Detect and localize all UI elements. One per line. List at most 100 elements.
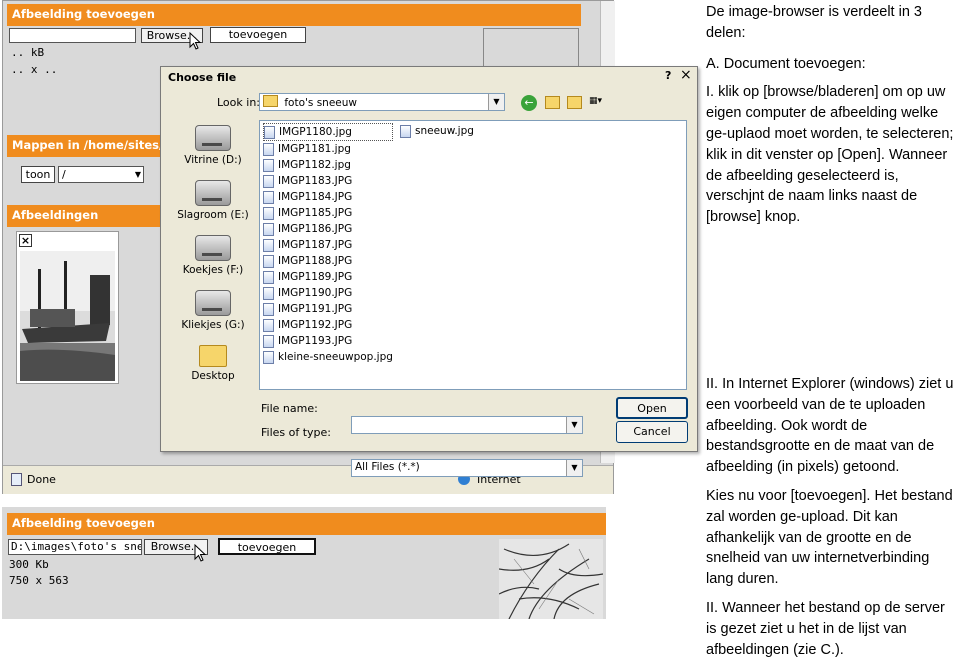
look-in-value: foto's sneeuw bbox=[284, 97, 357, 109]
file-path-input[interactable] bbox=[9, 28, 136, 43]
file-item[interactable]: IMGP1180.jpg bbox=[263, 123, 393, 141]
dimensions-text: 750 x 563 bbox=[9, 574, 69, 587]
image-file-icon bbox=[263, 286, 274, 300]
place-desktop[interactable]: Desktop bbox=[173, 345, 253, 400]
file-item[interactable]: IMGP1185.JPG bbox=[263, 205, 393, 221]
instructions-part-a: De image-browser is verdeelt in 3 delen:… bbox=[706, 2, 958, 228]
file-name: IMGP1191.JPG bbox=[278, 303, 353, 315]
dimensions-text: .. x .. bbox=[11, 63, 58, 76]
file-name-input[interactable]: ▼ bbox=[351, 416, 583, 434]
file-item[interactable]: IMGP1192.JPG bbox=[263, 317, 393, 333]
intro-paragraph: De image-browser is verdeelt in 3 delen: bbox=[706, 4, 922, 41]
toevoegen-button[interactable]: toevoegen bbox=[210, 27, 306, 43]
file-item[interactable]: kleine-sneeuwpop.jpg bbox=[263, 349, 393, 365]
folder-icon bbox=[263, 95, 278, 107]
step-one-paragraph: I. klik op [browse/bladeren] om op uw ei… bbox=[706, 84, 954, 226]
file-size-text: 300 Kb bbox=[9, 558, 49, 571]
file-item[interactable]: IMGP1190.JPG bbox=[263, 285, 393, 301]
places-bar: Vitrine (D:) Slagroom (E:) Koekjes (F:) … bbox=[173, 125, 253, 400]
bottom-screenshot: Afbeelding toevoegen D:\images\foto's sn… bbox=[2, 507, 606, 619]
page-icon bbox=[11, 473, 22, 486]
file-item[interactable]: IMGP1188.JPG bbox=[263, 253, 393, 269]
file-item[interactable]: sneeuw.jpg bbox=[400, 123, 474, 139]
file-name: kleine-sneeuwpop.jpg bbox=[278, 351, 393, 363]
choose-file-dialog: Choose file ? × Look in: foto's sneeuw ▼… bbox=[160, 66, 698, 477]
drive-icon bbox=[195, 235, 231, 261]
place-vitrine[interactable]: Vitrine (D:) bbox=[173, 125, 253, 180]
look-in-label: Look in: bbox=[217, 96, 260, 109]
status-text: Done bbox=[27, 473, 56, 486]
help-button[interactable]: ? bbox=[665, 69, 671, 82]
drive-icon bbox=[195, 125, 231, 151]
file-name-label: File name: bbox=[261, 402, 318, 415]
file-name: IMGP1188.JPG bbox=[278, 255, 353, 267]
image-file-icon bbox=[263, 174, 274, 188]
chevron-down-icon[interactable]: ▼ bbox=[566, 417, 582, 433]
file-name: IMGP1187.JPG bbox=[278, 239, 353, 251]
back-icon[interactable]: ← bbox=[521, 95, 537, 111]
up-folder-icon[interactable] bbox=[545, 96, 560, 109]
folder-select[interactable]: / ▼ bbox=[58, 166, 144, 183]
file-item[interactable]: IMGP1186.JPG bbox=[263, 221, 393, 237]
add-image-header: Afbeelding toevoegen bbox=[7, 513, 606, 535]
file-list[interactable]: IMGP1180.jpg IMGP1181.jpg IMGP1182.jpg I… bbox=[259, 120, 687, 390]
file-item[interactable]: IMGP1184.JPG bbox=[263, 189, 393, 205]
section-a-heading: A. Document toevoegen: bbox=[706, 55, 866, 72]
file-column-2: sneeuw.jpg bbox=[400, 123, 474, 139]
image-file-icon bbox=[264, 125, 275, 139]
folder-select-value: / bbox=[62, 168, 66, 181]
toon-button[interactable]: toon bbox=[21, 166, 55, 183]
delete-icon[interactable]: × bbox=[19, 234, 32, 247]
mouse-cursor-icon bbox=[189, 32, 202, 50]
look-in-select[interactable]: foto's sneeuw ▼ bbox=[259, 93, 505, 111]
file-item[interactable]: IMGP1183.JPG bbox=[263, 173, 393, 189]
file-item[interactable]: IMGP1193.JPG bbox=[263, 333, 393, 349]
file-name: sneeuw.jpg bbox=[415, 125, 474, 137]
image-file-icon bbox=[400, 124, 411, 138]
file-type-select[interactable]: All Files (*.*) ▼ bbox=[351, 459, 583, 477]
file-name: IMGP1189.JPG bbox=[278, 271, 353, 283]
file-path-input[interactable]: D:\images\foto's sneeu bbox=[8, 539, 142, 555]
open-button[interactable]: Open bbox=[616, 397, 688, 419]
chevron-down-icon[interactable]: ▼ bbox=[488, 94, 504, 110]
chevron-down-icon[interactable]: ▼ bbox=[566, 460, 582, 476]
drive-icon bbox=[195, 290, 231, 316]
file-item[interactable]: IMGP1181.jpg bbox=[263, 141, 393, 157]
image-file-icon bbox=[263, 302, 274, 316]
new-folder-icon[interactable] bbox=[567, 96, 582, 109]
file-name: IMGP1180.jpg bbox=[279, 126, 352, 138]
file-name: IMGP1186.JPG bbox=[278, 223, 353, 235]
file-name: IMGP1181.jpg bbox=[278, 143, 351, 155]
instructions-part-b: II. In Internet Explorer (windows) ziet … bbox=[706, 374, 958, 660]
cancel-button[interactable]: Cancel bbox=[616, 421, 688, 443]
file-name: IMGP1192.JPG bbox=[278, 319, 353, 331]
toevoegen-button[interactable]: toevoegen bbox=[218, 538, 316, 555]
image-file-icon bbox=[263, 334, 274, 348]
place-koekjes[interactable]: Koekjes (F:) bbox=[173, 235, 253, 290]
image-card[interactable]: × bbox=[16, 231, 119, 384]
place-label: Kliekjes (G:) bbox=[181, 319, 245, 331]
image-file-icon bbox=[263, 238, 274, 252]
view-menu-icon[interactable]: ▦▾ bbox=[589, 96, 611, 109]
step-three-paragraph: II. Wanneer het bestand op de server is … bbox=[706, 599, 945, 658]
upload-paragraph: Kies nu voor [toevoegen]. Het bestand za… bbox=[706, 487, 953, 588]
file-item[interactable]: IMGP1189.JPG bbox=[263, 269, 393, 285]
file-item[interactable]: IMGP1191.JPG bbox=[263, 301, 393, 317]
snow-tree-preview-image bbox=[499, 539, 603, 619]
dialog-title: Choose file bbox=[168, 71, 237, 84]
image-file-icon bbox=[263, 350, 274, 364]
file-name: IMGP1193.JPG bbox=[278, 335, 353, 347]
file-size-text: .. kB bbox=[11, 46, 45, 59]
folder-icon bbox=[199, 345, 227, 367]
file-item[interactable]: IMGP1187.JPG bbox=[263, 237, 393, 253]
image-file-icon bbox=[263, 142, 274, 156]
file-name: IMGP1190.JPG bbox=[278, 287, 353, 299]
file-column-1: IMGP1180.jpg IMGP1181.jpg IMGP1182.jpg I… bbox=[263, 123, 393, 365]
place-kliekjes[interactable]: Kliekjes (G:) bbox=[173, 290, 253, 345]
chevron-down-icon[interactable]: ▼ bbox=[135, 167, 141, 182]
file-item[interactable]: IMGP1182.jpg bbox=[263, 157, 393, 173]
close-button[interactable]: × bbox=[680, 67, 692, 83]
file-name: IMGP1185.JPG bbox=[278, 207, 353, 219]
file-name: IMGP1183.JPG bbox=[278, 175, 353, 187]
place-slagroom[interactable]: Slagroom (E:) bbox=[173, 180, 253, 235]
